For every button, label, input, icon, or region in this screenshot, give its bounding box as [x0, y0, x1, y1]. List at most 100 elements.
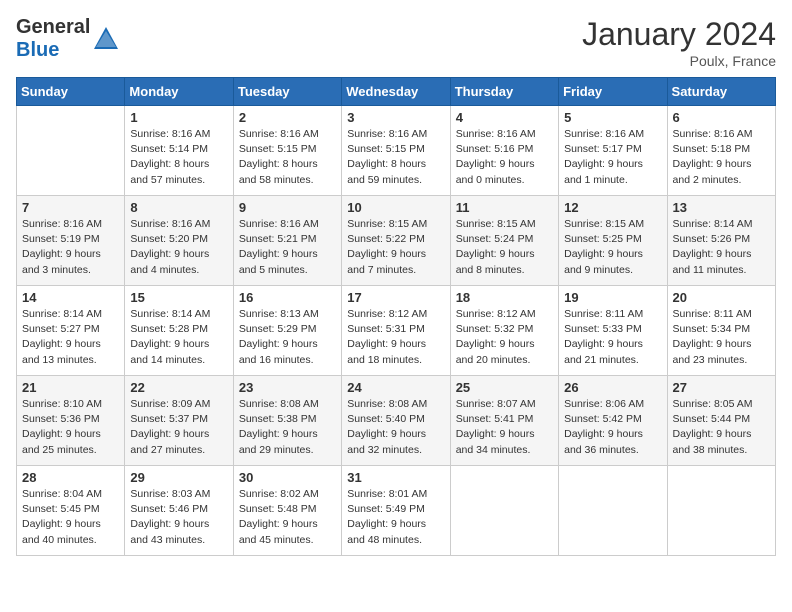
day-info: Sunrise: 8:09 AMSunset: 5:37 PMDaylight:…	[130, 397, 227, 458]
day-number: 23	[239, 380, 336, 395]
day-number: 3	[347, 110, 444, 125]
weekday-header-row: SundayMondayTuesdayWednesdayThursdayFrid…	[17, 78, 776, 106]
day-number: 14	[22, 290, 119, 305]
title-area: January 2024 Poulx, France	[582, 16, 776, 69]
weekday-header-monday: Monday	[125, 78, 233, 106]
day-number: 28	[22, 470, 119, 485]
calendar-cell: 29 Sunrise: 8:03 AMSunset: 5:46 PMDayligh…	[125, 466, 233, 556]
day-number: 18	[456, 290, 553, 305]
day-number: 27	[673, 380, 770, 395]
day-number: 20	[673, 290, 770, 305]
day-info: Sunrise: 8:15 AMSunset: 5:25 PMDaylight:…	[564, 217, 661, 278]
day-info: Sunrise: 8:02 AMSunset: 5:48 PMDaylight:…	[239, 487, 336, 548]
day-number: 15	[130, 290, 227, 305]
calendar-week-3: 14 Sunrise: 8:14 AMSunset: 5:27 PMDayligh…	[17, 286, 776, 376]
calendar-cell: 28 Sunrise: 8:04 AMSunset: 5:45 PMDayligh…	[17, 466, 125, 556]
calendar-cell: 11Sunrise: 8:15 AMSunset: 5:24 PMDayligh…	[450, 196, 558, 286]
calendar-cell: 19Sunrise: 8:11 AMSunset: 5:33 PMDayligh…	[559, 286, 667, 376]
month-title: January 2024	[582, 16, 776, 53]
calendar-cell	[559, 466, 667, 556]
day-info: Sunrise: 8:15 AMSunset: 5:22 PMDaylight:…	[347, 217, 444, 278]
calendar-cell: 25 Sunrise: 8:07 AMSunset: 5:41 PMDayligh…	[450, 376, 558, 466]
calendar-week-1: 1 Sunrise: 8:16 AMSunset: 5:14 PMDaylight…	[17, 106, 776, 196]
day-number: 25	[456, 380, 553, 395]
calendar-cell: 18 Sunrise: 8:12 AMSunset: 5:32 PMDayligh…	[450, 286, 558, 376]
calendar-cell: 26 Sunrise: 8:06 AMSunset: 5:42 PMDayligh…	[559, 376, 667, 466]
weekday-header-wednesday: Wednesday	[342, 78, 450, 106]
day-info: Sunrise: 8:14 AMSunset: 5:28 PMDaylight:…	[130, 307, 227, 368]
day-info: Sunrise: 8:04 AMSunset: 5:45 PMDaylight:…	[22, 487, 119, 548]
calendar-cell: 8 Sunrise: 8:16 AMSunset: 5:20 PMDaylight…	[125, 196, 233, 286]
day-number: 21	[22, 380, 119, 395]
day-info: Sunrise: 8:16 AMSunset: 5:21 PMDaylight:…	[239, 217, 336, 278]
calendar-cell: 7Sunrise: 8:16 AMSunset: 5:19 PMDaylight…	[17, 196, 125, 286]
calendar-cell	[17, 106, 125, 196]
calendar-cell: 17Sunrise: 8:12 AMSunset: 5:31 PMDayligh…	[342, 286, 450, 376]
logo-text: General Blue	[16, 16, 90, 62]
calendar-cell: 12 Sunrise: 8:15 AMSunset: 5:25 PMDayligh…	[559, 196, 667, 286]
weekday-header-friday: Friday	[559, 78, 667, 106]
day-info: Sunrise: 8:16 AMSunset: 5:15 PMDaylight:…	[239, 127, 336, 188]
day-number: 13	[673, 200, 770, 215]
day-info: Sunrise: 8:03 AMSunset: 5:46 PMDaylight:…	[130, 487, 227, 548]
calendar-cell: 30Sunrise: 8:02 AMSunset: 5:48 PMDayligh…	[233, 466, 341, 556]
weekday-header-thursday: Thursday	[450, 78, 558, 106]
day-number: 1	[130, 110, 227, 125]
day-info: Sunrise: 8:14 AMSunset: 5:26 PMDaylight:…	[673, 217, 770, 278]
day-info: Sunrise: 8:16 AMSunset: 5:17 PMDaylight:…	[564, 127, 661, 188]
logo-icon	[92, 25, 120, 53]
location: Poulx, France	[582, 53, 776, 69]
day-info: Sunrise: 8:11 AMSunset: 5:33 PMDaylight:…	[564, 307, 661, 368]
calendar-week-5: 28 Sunrise: 8:04 AMSunset: 5:45 PMDayligh…	[17, 466, 776, 556]
day-number: 8	[130, 200, 227, 215]
day-number: 6	[673, 110, 770, 125]
weekday-header-saturday: Saturday	[667, 78, 775, 106]
calendar-cell: 13 Sunrise: 8:14 AMSunset: 5:26 PMDayligh…	[667, 196, 775, 286]
day-number: 22	[130, 380, 227, 395]
day-info: Sunrise: 8:16 AMSunset: 5:18 PMDaylight:…	[673, 127, 770, 188]
calendar-cell: 3 Sunrise: 8:16 AMSunset: 5:15 PMDaylight…	[342, 106, 450, 196]
day-number: 26	[564, 380, 661, 395]
weekday-header-sunday: Sunday	[17, 78, 125, 106]
day-number: 31	[347, 470, 444, 485]
calendar-cell: 23 Sunrise: 8:08 AMSunset: 5:38 PMDayligh…	[233, 376, 341, 466]
calendar-cell: 1 Sunrise: 8:16 AMSunset: 5:14 PMDaylight…	[125, 106, 233, 196]
day-number: 5	[564, 110, 661, 125]
day-number: 2	[239, 110, 336, 125]
logo-blue: Blue	[16, 39, 59, 61]
calendar-cell: 4Sunrise: 8:16 AMSunset: 5:16 PMDaylight…	[450, 106, 558, 196]
calendar-cell: 14 Sunrise: 8:14 AMSunset: 5:27 PMDayligh…	[17, 286, 125, 376]
calendar-week-4: 21Sunrise: 8:10 AMSunset: 5:36 PMDayligh…	[17, 376, 776, 466]
day-number: 11	[456, 200, 553, 215]
calendar-cell	[450, 466, 558, 556]
day-info: Sunrise: 8:06 AMSunset: 5:42 PMDaylight:…	[564, 397, 661, 458]
calendar-cell: 15 Sunrise: 8:14 AMSunset: 5:28 PMDayligh…	[125, 286, 233, 376]
calendar-cell: 21Sunrise: 8:10 AMSunset: 5:36 PMDayligh…	[17, 376, 125, 466]
calendar-cell: 20 Sunrise: 8:11 AMSunset: 5:34 PMDayligh…	[667, 286, 775, 376]
calendar-cell: 9 Sunrise: 8:16 AMSunset: 5:21 PMDaylight…	[233, 196, 341, 286]
day-info: Sunrise: 8:07 AMSunset: 5:41 PMDaylight:…	[456, 397, 553, 458]
day-info: Sunrise: 8:01 AMSunset: 5:49 PMDaylight:…	[347, 487, 444, 548]
day-info: Sunrise: 8:08 AMSunset: 5:38 PMDaylight:…	[239, 397, 336, 458]
day-info: Sunrise: 8:16 AMSunset: 5:14 PMDaylight:…	[130, 127, 227, 188]
calendar-cell: 16 Sunrise: 8:13 AMSunset: 5:29 PMDayligh…	[233, 286, 341, 376]
day-info: Sunrise: 8:13 AMSunset: 5:29 PMDaylight:…	[239, 307, 336, 368]
day-info: Sunrise: 8:16 AMSunset: 5:19 PMDaylight:…	[22, 217, 119, 278]
calendar-cell: 6 Sunrise: 8:16 AMSunset: 5:18 PMDaylight…	[667, 106, 775, 196]
day-info: Sunrise: 8:16 AMSunset: 5:20 PMDaylight:…	[130, 217, 227, 278]
day-info: Sunrise: 8:12 AMSunset: 5:31 PMDaylight:…	[347, 307, 444, 368]
day-info: Sunrise: 8:14 AMSunset: 5:27 PMDaylight:…	[22, 307, 119, 368]
day-info: Sunrise: 8:08 AMSunset: 5:40 PMDaylight:…	[347, 397, 444, 458]
calendar-cell: 2 Sunrise: 8:16 AMSunset: 5:15 PMDaylight…	[233, 106, 341, 196]
calendar-cell: 27 Sunrise: 8:05 AMSunset: 5:44 PMDayligh…	[667, 376, 775, 466]
day-number: 9	[239, 200, 336, 215]
day-number: 12	[564, 200, 661, 215]
day-info: Sunrise: 8:11 AMSunset: 5:34 PMDaylight:…	[673, 307, 770, 368]
day-info: Sunrise: 8:16 AMSunset: 5:15 PMDaylight:…	[347, 127, 444, 188]
day-info: Sunrise: 8:05 AMSunset: 5:44 PMDaylight:…	[673, 397, 770, 458]
day-info: Sunrise: 8:12 AMSunset: 5:32 PMDaylight:…	[456, 307, 553, 368]
day-number: 29	[130, 470, 227, 485]
day-number: 24	[347, 380, 444, 395]
day-number: 16	[239, 290, 336, 305]
calendar-cell: 31 Sunrise: 8:01 AMSunset: 5:49 PMDayligh…	[342, 466, 450, 556]
